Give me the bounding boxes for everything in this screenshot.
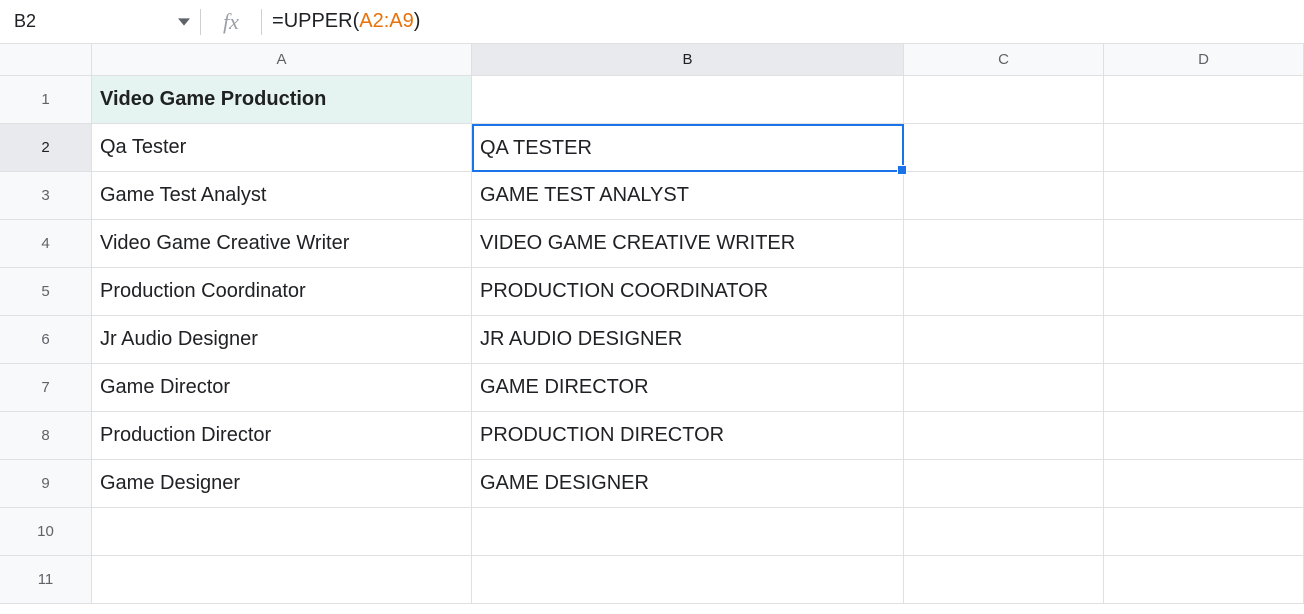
cell-A4[interactable]: Video Game Creative Writer bbox=[92, 220, 472, 268]
cell-A1[interactable]: Video Game Production bbox=[92, 76, 472, 124]
cell-C11[interactable] bbox=[904, 556, 1104, 604]
cell-B6[interactable]: JR AUDIO DESIGNER bbox=[472, 316, 904, 364]
row-2: 2 Qa Tester QA TESTER bbox=[0, 124, 1304, 172]
cell-B8[interactable]: PRODUCTION DIRECTOR bbox=[472, 412, 904, 460]
cell-A5[interactable]: Production Coordinator bbox=[92, 268, 472, 316]
cell-B10[interactable] bbox=[472, 508, 904, 556]
formula-input[interactable]: =UPPER(A2:A9) bbox=[262, 0, 1304, 43]
row-3: 3 Game Test Analyst GAME TEST ANALYST bbox=[0, 172, 1304, 220]
column-header-B[interactable]: B bbox=[472, 44, 904, 76]
row-header-9[interactable]: 9 bbox=[0, 460, 92, 508]
row-4: 4 Video Game Creative Writer VIDEO GAME … bbox=[0, 220, 1304, 268]
cell-C7[interactable] bbox=[904, 364, 1104, 412]
cell-A9[interactable]: Game Designer bbox=[92, 460, 472, 508]
row-9: 9 Game Designer GAME DESIGNER bbox=[0, 460, 1304, 508]
cell-D1[interactable] bbox=[1104, 76, 1304, 124]
row-header-11[interactable]: 11 bbox=[0, 556, 92, 604]
column-headers: A B C D bbox=[0, 44, 1304, 76]
name-box[interactable]: B2 bbox=[0, 0, 200, 43]
column-header-C[interactable]: C bbox=[904, 44, 1104, 76]
cell-C3[interactable] bbox=[904, 172, 1104, 220]
cell-C8[interactable] bbox=[904, 412, 1104, 460]
row-11: 11 bbox=[0, 556, 1304, 604]
cell-D2[interactable] bbox=[1104, 124, 1304, 172]
row-header-7[interactable]: 7 bbox=[0, 364, 92, 412]
select-all-corner[interactable] bbox=[0, 44, 92, 76]
cell-B7[interactable]: GAME DIRECTOR bbox=[472, 364, 904, 412]
dropdown-icon[interactable] bbox=[178, 16, 190, 28]
row-5: 5 Production Coordinator PRODUCTION COOR… bbox=[0, 268, 1304, 316]
cell-B4[interactable]: VIDEO GAME CREATIVE WRITER bbox=[472, 220, 904, 268]
cell-A8[interactable]: Production Director bbox=[92, 412, 472, 460]
cell-B11[interactable] bbox=[472, 556, 904, 604]
formula-fn: UPPER bbox=[284, 10, 353, 33]
cell-D10[interactable] bbox=[1104, 508, 1304, 556]
row-header-10[interactable]: 10 bbox=[0, 508, 92, 556]
row-header-2[interactable]: 2 bbox=[0, 124, 92, 172]
row-6: 6 Jr Audio Designer JR AUDIO DESIGNER bbox=[0, 316, 1304, 364]
cell-B9[interactable]: GAME DESIGNER bbox=[472, 460, 904, 508]
cell-D11[interactable] bbox=[1104, 556, 1304, 604]
cell-B1[interactable] bbox=[472, 76, 904, 124]
cell-C9[interactable] bbox=[904, 460, 1104, 508]
cell-B5[interactable]: PRODUCTION COORDINATOR bbox=[472, 268, 904, 316]
column-header-D[interactable]: D bbox=[1104, 44, 1304, 76]
row-header-4[interactable]: 4 bbox=[0, 220, 92, 268]
cell-D7[interactable] bbox=[1104, 364, 1304, 412]
cell-A10[interactable] bbox=[92, 508, 472, 556]
cell-C2[interactable] bbox=[904, 124, 1104, 172]
formula-close-paren: ) bbox=[414, 10, 421, 33]
cell-A2[interactable]: Qa Tester bbox=[92, 124, 472, 172]
cell-C5[interactable] bbox=[904, 268, 1104, 316]
spreadsheet-grid: A B C D 1 Video Game Production 2 Qa Tes… bbox=[0, 44, 1304, 604]
row-header-6[interactable]: 6 bbox=[0, 316, 92, 364]
cell-A6[interactable]: Jr Audio Designer bbox=[92, 316, 472, 364]
row-header-3[interactable]: 3 bbox=[0, 172, 92, 220]
cell-D6[interactable] bbox=[1104, 316, 1304, 364]
row-8: 8 Production Director PRODUCTION DIRECTO… bbox=[0, 412, 1304, 460]
cell-D4[interactable] bbox=[1104, 220, 1304, 268]
cell-C1[interactable] bbox=[904, 76, 1104, 124]
row-header-1[interactable]: 1 bbox=[0, 76, 92, 124]
cell-C10[interactable] bbox=[904, 508, 1104, 556]
cell-C4[interactable] bbox=[904, 220, 1104, 268]
cell-A11[interactable] bbox=[92, 556, 472, 604]
name-box-value: B2 bbox=[14, 11, 36, 32]
formula-open-paren: ( bbox=[353, 10, 360, 33]
cell-B3[interactable]: GAME TEST ANALYST bbox=[472, 172, 904, 220]
cell-D9[interactable] bbox=[1104, 460, 1304, 508]
cell-A3[interactable]: Game Test Analyst bbox=[92, 172, 472, 220]
cell-A7[interactable]: Game Director bbox=[92, 364, 472, 412]
row-1: 1 Video Game Production bbox=[0, 76, 1304, 124]
row-7: 7 Game Director GAME DIRECTOR bbox=[0, 364, 1304, 412]
formula-ref: A2:A9 bbox=[359, 10, 413, 33]
row-header-5[interactable]: 5 bbox=[0, 268, 92, 316]
cell-D5[interactable] bbox=[1104, 268, 1304, 316]
fx-icon[interactable]: fx bbox=[201, 9, 261, 35]
formula-eq: = bbox=[272, 10, 284, 33]
row-10: 10 bbox=[0, 508, 1304, 556]
row-header-8[interactable]: 8 bbox=[0, 412, 92, 460]
cell-D8[interactable] bbox=[1104, 412, 1304, 460]
cell-B2[interactable]: QA TESTER bbox=[472, 124, 904, 172]
cell-C6[interactable] bbox=[904, 316, 1104, 364]
column-header-A[interactable]: A bbox=[92, 44, 472, 76]
cell-D3[interactable] bbox=[1104, 172, 1304, 220]
formula-bar: B2 fx =UPPER(A2:A9) bbox=[0, 0, 1304, 44]
